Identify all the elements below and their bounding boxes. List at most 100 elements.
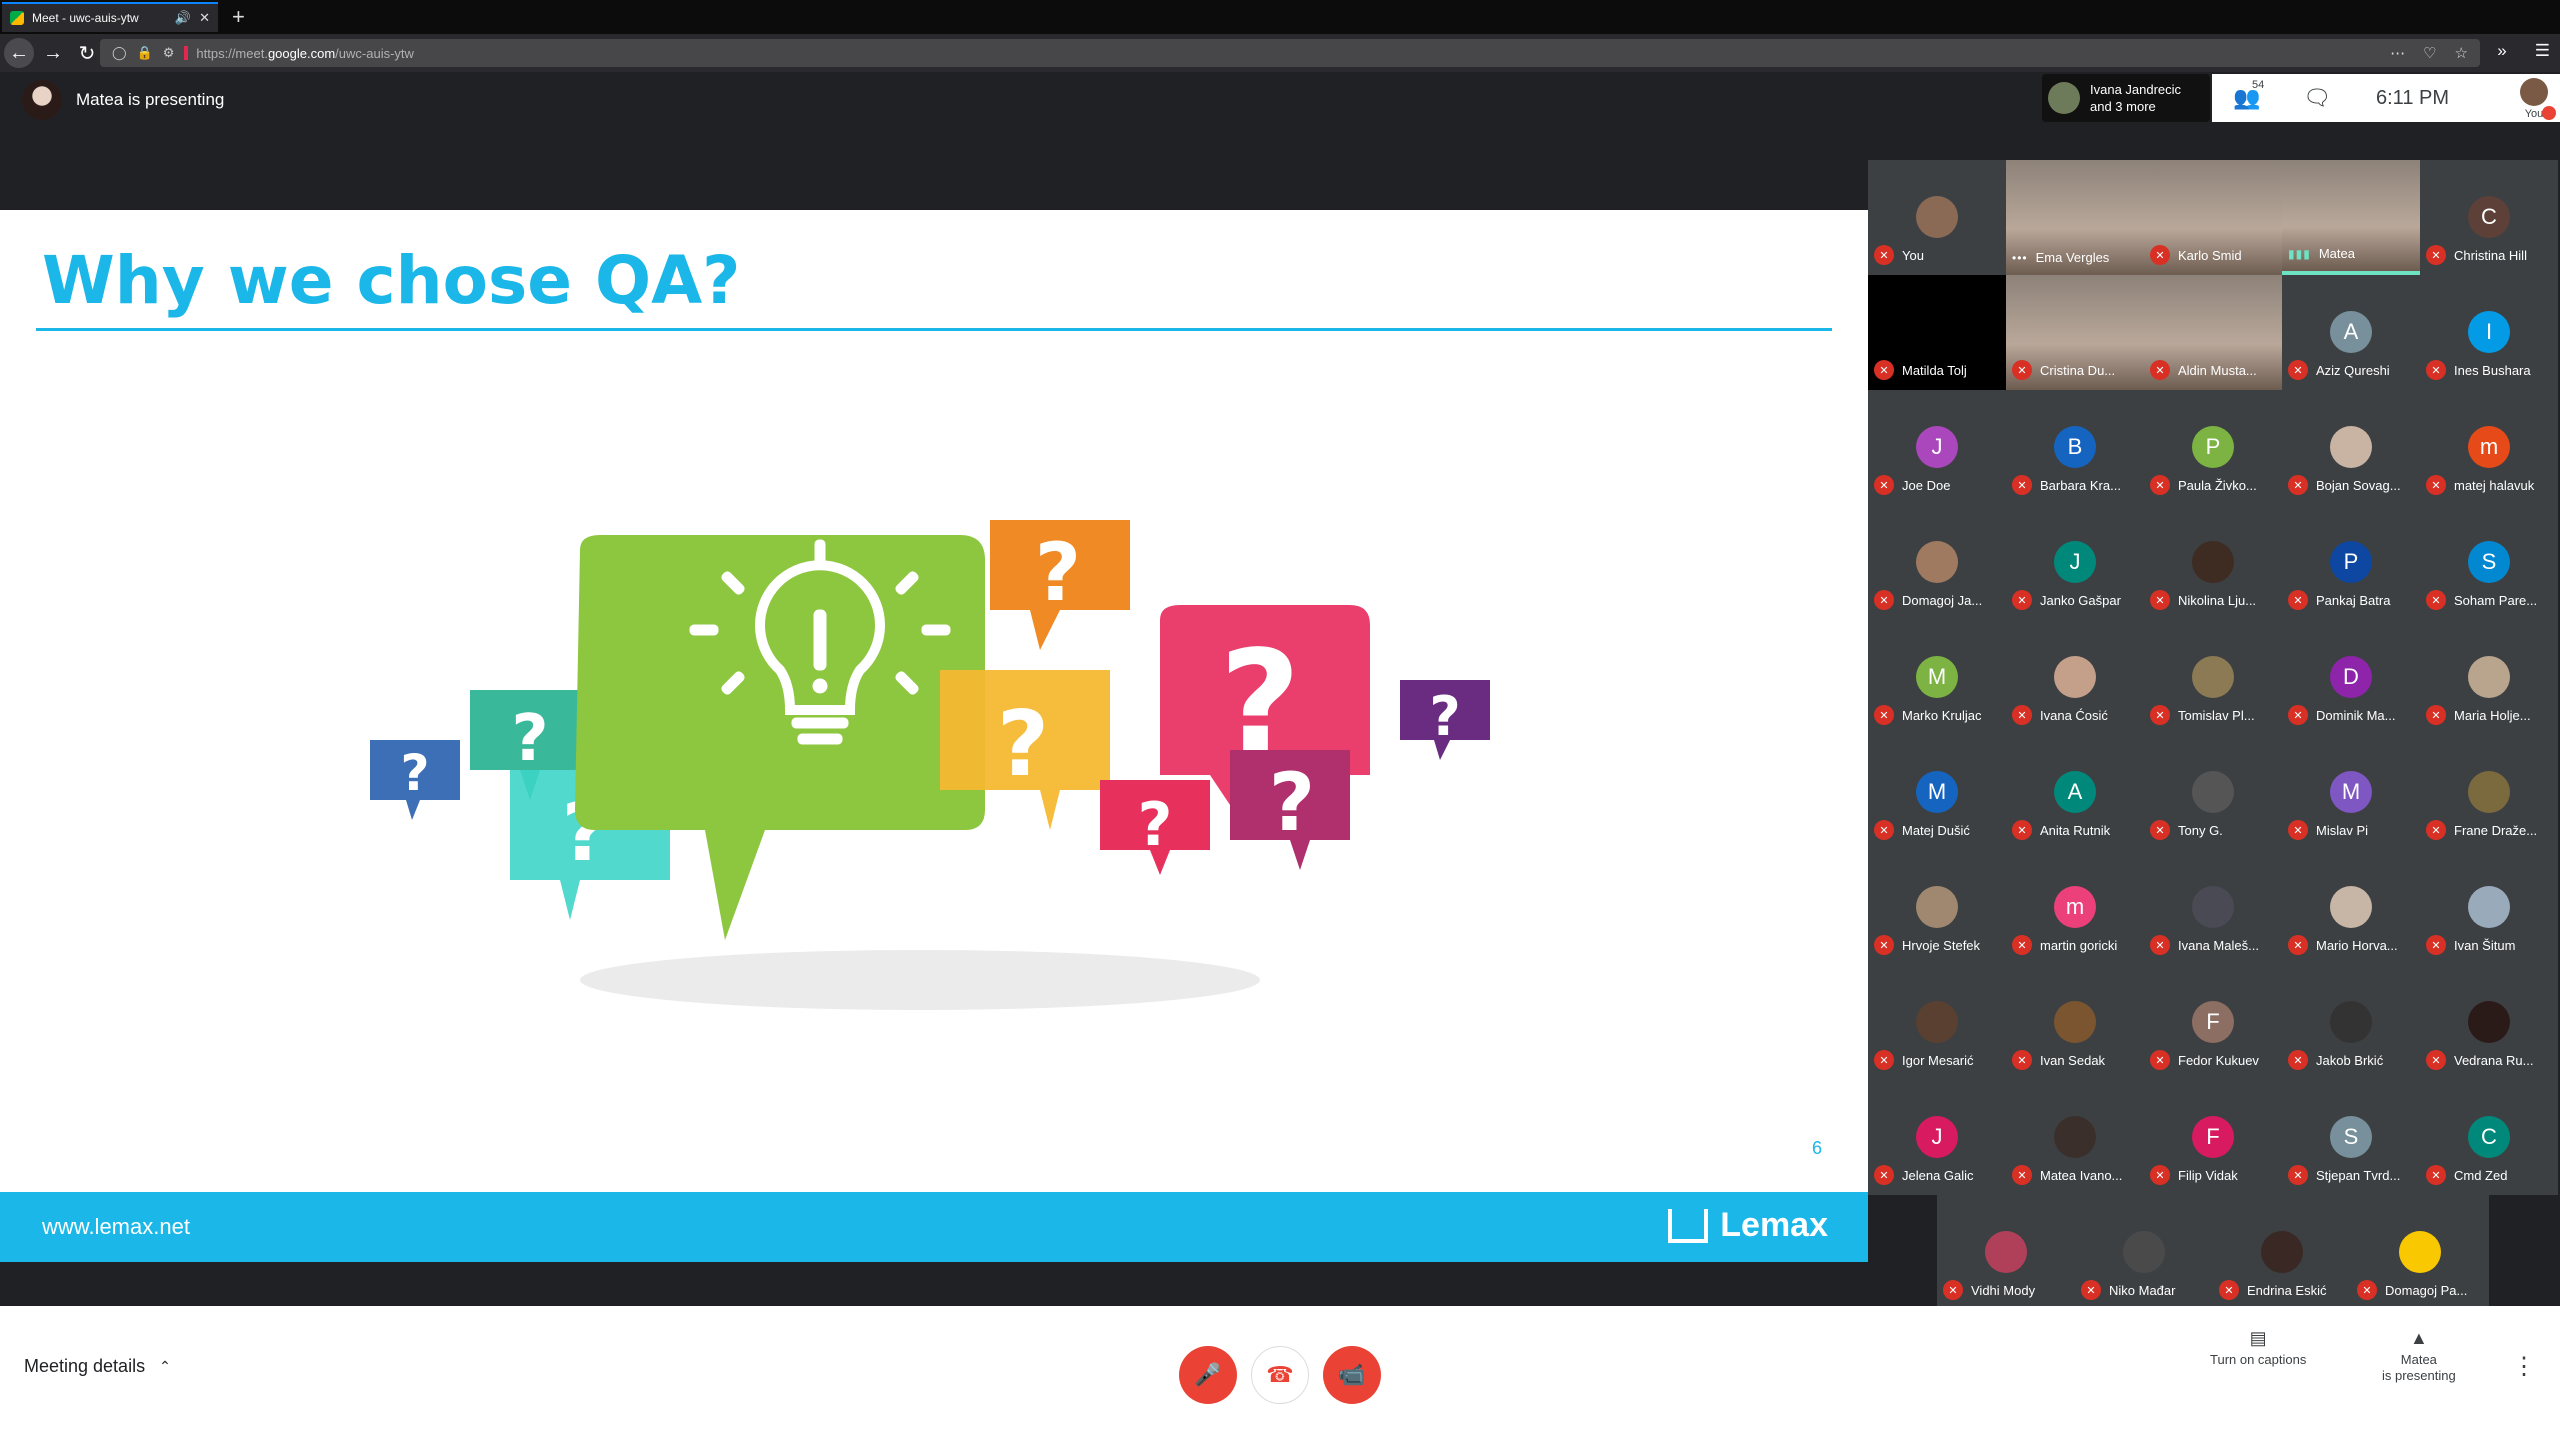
- chevron-up-icon: ⌃: [159, 1358, 171, 1374]
- participant-name: Domagoj Pa...: [2385, 1282, 2468, 1298]
- speaker-icon[interactable]: 🔊: [175, 10, 191, 26]
- new-tab-button[interactable]: +: [232, 4, 245, 30]
- participant-tile[interactable]: ✕ Frane Draže...: [2420, 735, 2558, 850]
- close-tab-icon[interactable]: ✕: [199, 10, 210, 26]
- mic-muted-icon: ✕: [2288, 475, 2308, 495]
- meet-favicon-icon: [10, 11, 24, 25]
- meeting-details-button[interactable]: Meeting details ⌃: [24, 1356, 171, 1377]
- speaking-indicator-icon: ▮▮▮: [2288, 246, 2311, 261]
- participant-name: Mario Horva...: [2316, 937, 2398, 953]
- participant-tile[interactable]: ✕ Maria Holje...: [2420, 620, 2558, 735]
- more-options-icon[interactable]: ⋮: [2512, 1352, 2536, 1381]
- participant-tile[interactable]: ✕ Nikolina Lju...: [2144, 505, 2282, 620]
- mic-muted-icon: ✕: [1874, 1165, 1894, 1185]
- participant-tile[interactable]: J ✕ Joe Doe: [1868, 390, 2006, 505]
- leave-call-button[interactable]: ☎: [1251, 1346, 1309, 1404]
- participant-tile[interactable]: J ✕ Janko Gašpar: [2006, 505, 2144, 620]
- participant-tile[interactable]: ✕ Niko Mađar: [2075, 1195, 2213, 1310]
- url-bar[interactable]: ◯ 🔒 ⚙ https://meet. google.com/uwc-auis-y…: [100, 39, 2480, 67]
- participant-tile[interactable]: m ✕ matej halavuk: [2420, 390, 2558, 505]
- participant-name-row: ✕ Ivan Šitum: [2426, 935, 2556, 955]
- participant-tile[interactable]: ✕ Endrina Eskić: [2213, 1195, 2351, 1310]
- participant-tile[interactable]: ▮▮▮ Matea: [2282, 160, 2420, 275]
- mic-muted-icon: ✕: [2150, 475, 2170, 495]
- participant-tile[interactable]: ✕ Cristina Du...: [2006, 275, 2144, 390]
- permissions-icon[interactable]: ⚙: [163, 45, 175, 61]
- browser-tab[interactable]: Meet - uwc-auis-ytw 🔊 ✕: [2, 2, 218, 32]
- svg-text:?: ?: [1429, 685, 1460, 748]
- reload-button[interactable]: ↻: [72, 38, 102, 68]
- participant-tile[interactable]: ✕ Tony G.: [2144, 735, 2282, 850]
- url-path: /uwc-auis-ytw: [335, 45, 414, 61]
- participant-tile[interactable]: ✕ Karlo Smid: [2144, 160, 2282, 275]
- participant-tile[interactable]: ✕ Bojan Sovag...: [2282, 390, 2420, 505]
- participant-tile[interactable]: ✕ Ivan Šitum: [2420, 850, 2558, 965]
- participant-tile[interactable]: ✕ Vedrana Ru...: [2420, 965, 2558, 1080]
- top-right-panel: 👥 54 🗨 6:11 PM You: [2212, 74, 2560, 122]
- forward-button[interactable]: →: [38, 38, 68, 68]
- participant-tile[interactable]: M ✕ Mislav Pi: [2282, 735, 2420, 850]
- participant-tile[interactable]: J ✕ Jelena Galic: [1868, 1080, 2006, 1195]
- pocket-icon[interactable]: ♡: [2423, 44, 2436, 62]
- participant-avatar: [2330, 886, 2372, 928]
- camera-toggle-button[interactable]: 📹: [1323, 1346, 1381, 1404]
- mic-muted-icon: ✕: [2150, 705, 2170, 725]
- participant-avatar: [2330, 426, 2372, 468]
- participant-tile[interactable]: S ✕ Soham Pare...: [2420, 505, 2558, 620]
- participant-tile[interactable]: ✕ Jakob Brkić: [2282, 965, 2420, 1080]
- participant-avatar: [1985, 1231, 2027, 1273]
- participant-tile[interactable]: ✕ Domagoj Pa...: [2351, 1195, 2489, 1310]
- participant-tile[interactable]: B ✕ Barbara Kra...: [2006, 390, 2144, 505]
- participant-tile[interactable]: F ✕ Fedor Kukuev: [2144, 965, 2282, 1080]
- back-button[interactable]: ←: [4, 38, 34, 68]
- question-bubbles-illustration: ? ? ? ? ? ? ? ? ?: [370, 520, 1490, 1010]
- participant-name-row: ✕ Domagoj Ja...: [1874, 590, 2004, 610]
- shield-icon[interactable]: ◯: [112, 45, 127, 61]
- lock-icon[interactable]: 🔒: [137, 45, 153, 61]
- participant-tile[interactable]: C ✕ Christina Hill: [2420, 160, 2558, 275]
- participant-avatar: J: [1916, 1116, 1958, 1158]
- participant-tile[interactable]: ✕ Tomislav Pl...: [2144, 620, 2282, 735]
- participant-tile[interactable]: ✕ Mario Horva...: [2282, 850, 2420, 965]
- mic-muted-icon: ✕: [2288, 820, 2308, 840]
- participant-tile[interactable]: ✕ Matilda Tolj: [1868, 275, 2006, 390]
- active-speakers-chip[interactable]: Ivana Jandrecic and 3 more: [2042, 74, 2210, 122]
- participant-tile[interactable]: ✕ Vidhi Mody: [1937, 1195, 2075, 1310]
- participant-name-row: ✕ Cmd Zed: [2426, 1165, 2556, 1185]
- slide-footer: www.lemax.net Lemax: [0, 1192, 1868, 1262]
- participant-tile[interactable]: ✕ You: [1868, 160, 2006, 275]
- participant-tile[interactable]: ✕ Domagoj Ja...: [1868, 505, 2006, 620]
- participant-tile[interactable]: ✕ Ivana Ćosić: [2006, 620, 2144, 735]
- participant-tile[interactable]: P ✕ Paula Živko...: [2144, 390, 2282, 505]
- page-actions-icon[interactable]: ⋯: [2390, 44, 2405, 62]
- captions-button[interactable]: ▤ Turn on captions: [2210, 1329, 2306, 1368]
- chat-button[interactable]: 🗨: [2282, 85, 2352, 111]
- participant-name: Fedor Kukuev: [2178, 1052, 2259, 1068]
- participant-tile[interactable]: A ✕ Aziz Qureshi: [2282, 275, 2420, 390]
- participant-tile[interactable]: F ✕ Filip Vidak: [2144, 1080, 2282, 1195]
- people-button[interactable]: 👥 54: [2212, 79, 2282, 111]
- participant-tile[interactable]: ✕ Matea Ivano...: [2006, 1080, 2144, 1195]
- participant-avatar: S: [2330, 1116, 2372, 1158]
- options-dots-icon[interactable]: •••: [2012, 251, 2028, 265]
- participant-tile[interactable]: M ✕ Marko Kruljac: [1868, 620, 2006, 735]
- participant-tile[interactable]: ✕ Ivana Maleš...: [2144, 850, 2282, 965]
- participant-tile[interactable]: ••• Ema Vergles: [2006, 160, 2144, 275]
- participant-tile[interactable]: ✕ Ivan Sedak: [2006, 965, 2144, 1080]
- participant-tile[interactable]: C ✕ Cmd Zed: [2420, 1080, 2558, 1195]
- participant-tile[interactable]: A ✕ Anita Rutnik: [2006, 735, 2144, 850]
- microphone-toggle-button[interactable]: 🎤: [1179, 1346, 1237, 1404]
- participant-tile[interactable]: S ✕ Stjepan Tvrd...: [2282, 1080, 2420, 1195]
- participant-tile[interactable]: ✕ Igor Mesarić: [1868, 965, 2006, 1080]
- participant-tile[interactable]: D ✕ Dominik Ma...: [2282, 620, 2420, 735]
- bookmark-star-icon[interactable]: ☆: [2455, 44, 2468, 62]
- participant-tile[interactable]: m ✕ martin goricki: [2006, 850, 2144, 965]
- participant-tile[interactable]: I ✕ Ines Bushara: [2420, 275, 2558, 390]
- participant-tile[interactable]: ✕ Aldin Musta...: [2144, 275, 2282, 390]
- participant-tile[interactable]: ✕ Hrvoje Stefek: [1868, 850, 2006, 965]
- hamburger-menu-icon[interactable]: ☰: [2535, 41, 2550, 61]
- participant-tile[interactable]: P ✕ Pankaj Batra: [2282, 505, 2420, 620]
- participant-tile[interactable]: M ✕ Matej Dušić: [1868, 735, 2006, 850]
- presenting-button[interactable]: ▲ Matea is presenting: [2382, 1329, 2456, 1384]
- overflow-chevron-icon[interactable]: »: [2497, 41, 2506, 61]
